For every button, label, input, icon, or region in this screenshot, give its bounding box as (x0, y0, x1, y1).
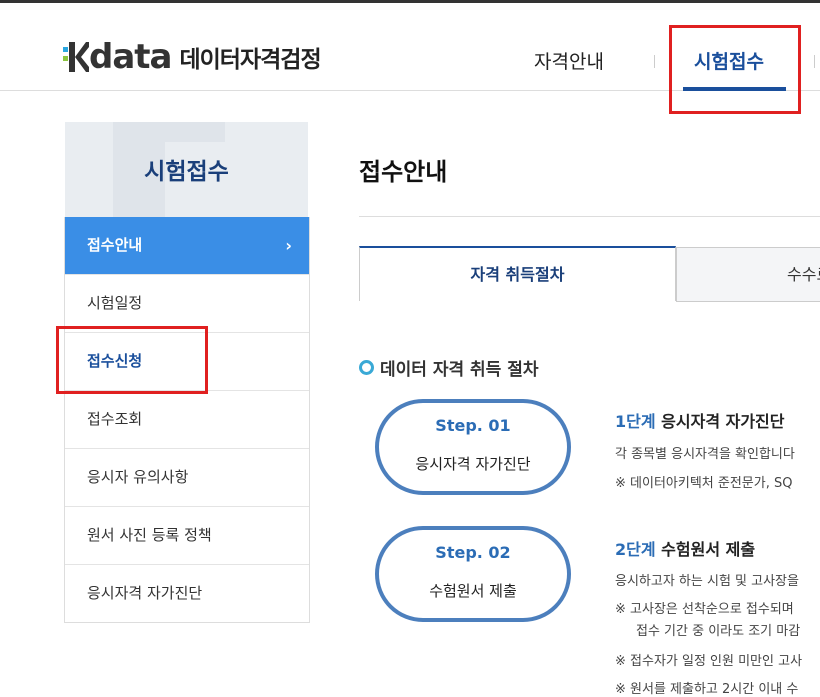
step-badge: Step. 02 수험원서 제출 (375, 526, 571, 622)
title-divider (359, 216, 820, 217)
sidebar-item-label: 시험일정 (87, 294, 143, 312)
chevron-right-icon: › (285, 236, 292, 255)
highlight-box-sidebar (56, 326, 208, 394)
sidebar-header: 시험접수 (65, 122, 308, 217)
sidebar-item-exam-schedule[interactable]: 시험일정 (65, 274, 309, 332)
sidebar-item-photo-policy[interactable]: 원서 사진 등록 정책 (65, 506, 309, 564)
section-title-text: 데이터 자격 취득 절차 (380, 360, 539, 380)
logo-text: data (89, 37, 172, 77)
sidebar-title: 시험접수 (144, 159, 229, 185)
sidebar-item-label: 원서 사진 등록 정책 (87, 526, 212, 544)
sidebar-item-label: 접수안내 (87, 236, 143, 254)
sidebar-header-decoration (165, 122, 225, 142)
sidebar-item-notices[interactable]: 응시자 유의사항 (65, 448, 309, 506)
step-number: Step. 01 (435, 416, 511, 435)
sidebar-menu: 접수안내 › 시험일정 접수신청 접수조회 응시자 유의사항 원서 사진 등록 … (64, 217, 310, 623)
nav-qualification-info[interactable]: 자격안내 (534, 47, 604, 74)
section-title: 데이터 자격 취득 절차 (359, 355, 539, 380)
logo-subtitle: 데이터자격검정 (179, 47, 321, 73)
tab-fees[interactable]: 수수료 (676, 247, 820, 302)
sidebar-item-self-check[interactable]: 응시자격 자가진단 (65, 564, 309, 622)
tab-divider (676, 301, 820, 302)
sidebar-item-label: 응시자격 자가진단 (87, 584, 203, 602)
step-heading-text: 응시자격 자가진단 (661, 412, 785, 431)
step-description: 응시하고자 하는 시험 및 고사장을 (615, 574, 799, 589)
step-note: ※ 접수자가 일정 인원 미만인 고사 (615, 654, 803, 669)
step-name: 응시자격 자가진단 (415, 455, 531, 473)
kdata-logo[interactable]: data 데이터자격검정 (63, 37, 322, 77)
step-name: 수험원서 제출 (429, 582, 517, 600)
nav-divider (654, 55, 655, 68)
step-heading: 2단계 수험원서 제출 (615, 536, 755, 560)
sidebar-item-label: 접수조회 (87, 410, 143, 428)
nav-divider (814, 55, 815, 68)
sidebar-item-label: 응시자 유의사항 (87, 468, 189, 486)
step-number: Step. 02 (435, 543, 511, 562)
sidebar-item-lookup[interactable]: 접수조회 (65, 390, 309, 448)
step-note: ※ 원서를 제출하고 2시간 이내 수 (615, 682, 799, 697)
step-heading-number: 1단계 (615, 412, 656, 431)
step-description: 각 종목별 응시자격을 확인합니다 (615, 447, 795, 462)
tab-acquisition-procedure[interactable]: 자격 취득절차 (359, 246, 676, 301)
step-note: ※ 고사장은 선착순으로 접수되며 (615, 602, 794, 617)
step-heading-text: 수험원서 제출 (661, 540, 756, 559)
highlight-box-nav (669, 25, 801, 114)
step-note-continued: 접수 기간 중 이라도 조기 마감 (636, 624, 801, 639)
step-note: ※ 데이터아키텍처 준전문가, SQ (615, 476, 793, 491)
step-badge: Step. 01 응시자격 자가진단 (375, 399, 571, 495)
circle-bullet-icon (359, 360, 374, 375)
k-logo-icon (63, 42, 89, 72)
sidebar-item-registration-guide[interactable]: 접수안내 › (65, 217, 309, 274)
step-heading-number: 2단계 (615, 540, 656, 559)
page-title: 접수안내 (359, 158, 448, 186)
step-heading: 1단계 응시자격 자가진단 (615, 408, 785, 432)
